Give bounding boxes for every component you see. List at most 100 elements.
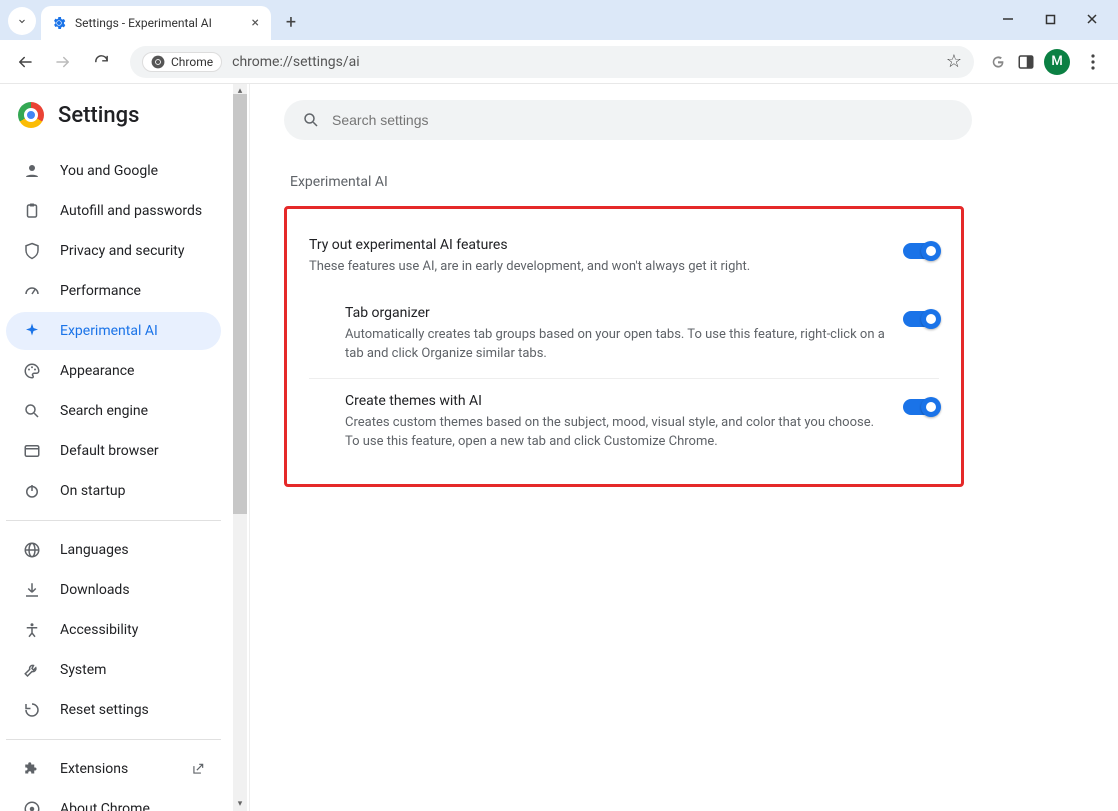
main-content: Experimental AI Try out experimental AI … xyxy=(250,84,1118,811)
close-icon xyxy=(1086,13,1098,25)
panel-icon xyxy=(1017,53,1035,71)
row-title: Tab organizer xyxy=(345,305,887,321)
clipboard-icon xyxy=(22,202,42,220)
close-window-button[interactable] xyxy=(1072,4,1112,34)
sidebar-item-downloads[interactable]: Downloads xyxy=(6,571,221,609)
gear-icon xyxy=(51,15,67,31)
sidebar-item-label: On startup xyxy=(60,483,126,499)
sidebar-item-label: About Chrome xyxy=(60,801,150,811)
sidebar-item-extensions[interactable]: Extensions xyxy=(6,750,221,788)
sidebar-item-label: You and Google xyxy=(60,163,158,179)
minimize-button[interactable] xyxy=(988,4,1028,34)
power-icon xyxy=(22,482,42,500)
browser-tab[interactable]: Settings - Experimental AI × xyxy=(41,6,271,40)
sidebar-item-label: Downloads xyxy=(60,582,130,598)
external-link-icon xyxy=(191,762,205,776)
sidebar-item-you-and-google[interactable]: You and Google xyxy=(6,152,221,190)
bookmark-button[interactable]: ☆ xyxy=(946,51,962,72)
puzzle-icon xyxy=(22,760,42,778)
row-title: Try out experimental AI features xyxy=(309,237,887,253)
chrome-small-icon xyxy=(22,800,42,811)
sidebar-item-label: Experimental AI xyxy=(60,323,158,339)
sidebar-item-appearance[interactable]: Appearance xyxy=(6,352,221,390)
chrome-logo-icon xyxy=(18,102,44,128)
toggle-master[interactable] xyxy=(903,243,939,259)
palette-icon xyxy=(22,362,42,380)
sidebar-item-default-browser[interactable]: Default browser xyxy=(6,432,221,470)
reload-button[interactable] xyxy=(86,47,116,77)
g-logo-icon xyxy=(989,53,1007,71)
profile-avatar[interactable]: M xyxy=(1044,49,1070,75)
sidebar-item-performance[interactable]: Performance xyxy=(6,272,221,310)
sidebar-item-search-engine[interactable]: Search engine xyxy=(6,392,221,430)
settings-page: Settings You and Google Autofill and pas… xyxy=(0,84,1118,811)
search-icon xyxy=(22,402,42,420)
scrollbar-down-button[interactable]: ▾ xyxy=(233,797,247,811)
settings-search-input[interactable] xyxy=(332,112,954,128)
arrow-left-icon xyxy=(16,53,34,71)
feature-row-create-themes: Create themes with AI Creates custom the… xyxy=(309,378,939,466)
globe-icon xyxy=(22,541,42,559)
sidebar-item-accessibility[interactable]: Accessibility xyxy=(6,611,221,649)
reload-icon xyxy=(93,53,110,70)
sidebar-item-label: Search engine xyxy=(60,403,148,419)
google-icon[interactable] xyxy=(988,52,1008,72)
avatar-letter: M xyxy=(1051,54,1062,69)
sidebar-item-label: Default browser xyxy=(60,443,159,459)
sidebar-item-on-startup[interactable]: On startup xyxy=(6,472,221,510)
sidebar-item-label: Reset settings xyxy=(60,702,149,718)
new-tab-button[interactable]: + xyxy=(277,8,305,36)
ai-features-card: Try out experimental AI features These f… xyxy=(284,206,964,487)
page-title: Settings xyxy=(58,103,139,128)
sidebar-item-autofill[interactable]: Autofill and passwords xyxy=(6,192,221,230)
sidebar-item-privacy[interactable]: Privacy and security xyxy=(6,232,221,270)
side-panel-button[interactable] xyxy=(1016,52,1036,72)
settings-header: Settings xyxy=(0,84,249,146)
row-desc: Creates custom themes based on the subje… xyxy=(345,413,887,452)
sidebar-scrollbar-thumb[interactable] xyxy=(233,94,247,514)
site-chip[interactable]: Chrome xyxy=(142,52,222,72)
kebab-icon xyxy=(1091,54,1095,70)
chevron-down-icon xyxy=(16,15,28,27)
sidebar-item-label: System xyxy=(60,662,106,678)
tab-title: Settings - Experimental AI xyxy=(75,16,242,30)
window-icon xyxy=(22,442,42,460)
accessibility-icon xyxy=(22,621,42,639)
download-icon xyxy=(22,581,42,599)
settings-search[interactable] xyxy=(284,100,972,140)
sparkle-icon xyxy=(22,322,42,340)
person-icon xyxy=(22,162,42,180)
shield-icon xyxy=(22,242,42,260)
chrome-menu-button[interactable] xyxy=(1078,47,1108,77)
sidebar-item-label: Appearance xyxy=(60,363,134,379)
sidebar-separator xyxy=(6,520,221,521)
section-title: Experimental AI xyxy=(290,174,1084,190)
close-tab-button[interactable]: × xyxy=(250,15,261,31)
sidebar-item-label: Performance xyxy=(60,283,141,299)
chrome-icon xyxy=(151,55,165,69)
window-controls xyxy=(988,4,1112,34)
toggle-create-themes[interactable] xyxy=(903,399,939,415)
row-desc: Automatically creates tab groups based o… xyxy=(345,325,887,364)
sidebar-item-languages[interactable]: Languages xyxy=(6,531,221,569)
chip-label: Chrome xyxy=(171,55,213,69)
speedometer-icon xyxy=(22,282,42,300)
address-bar[interactable]: Chrome chrome://settings/ai ☆ xyxy=(130,46,974,78)
sidebar-item-about[interactable]: About Chrome xyxy=(6,790,221,811)
sidebar-item-label: Extensions xyxy=(60,761,128,777)
forward-button[interactable] xyxy=(48,47,78,77)
maximize-icon xyxy=(1045,14,1056,25)
back-button[interactable] xyxy=(10,47,40,77)
sidebar-separator xyxy=(6,739,221,740)
sidebar-item-label: Accessibility xyxy=(60,622,138,638)
tab-search-button[interactable] xyxy=(8,7,36,35)
sidebar-item-experimental-ai[interactable]: Experimental AI xyxy=(6,312,221,350)
sidebar-item-system[interactable]: System xyxy=(6,651,221,689)
url-text: chrome://settings/ai xyxy=(232,54,360,70)
toggle-tab-organizer[interactable] xyxy=(903,311,939,327)
maximize-button[interactable] xyxy=(1030,4,1070,34)
titlebar: Settings - Experimental AI × + xyxy=(0,0,1118,40)
wrench-icon xyxy=(22,661,42,679)
sidebar-item-label: Autofill and passwords xyxy=(60,203,202,219)
sidebar-item-reset[interactable]: Reset settings xyxy=(6,691,221,729)
